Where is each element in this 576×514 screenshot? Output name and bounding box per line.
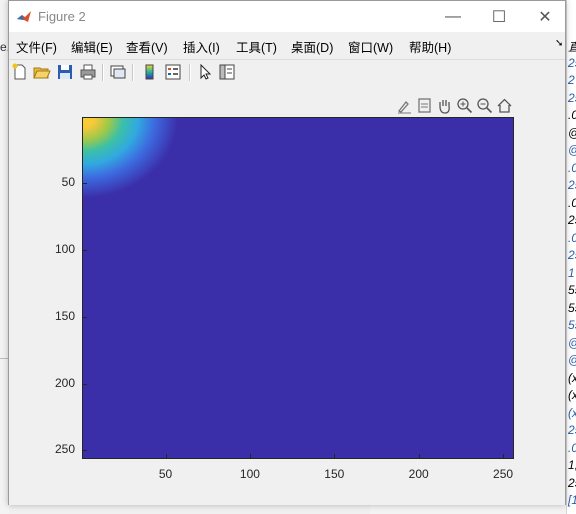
background-code-fragment: 25	[568, 178, 576, 192]
background-code-fragment: 55	[568, 283, 576, 297]
menu-view[interactable]: 查看(V)	[126, 37, 168, 56]
x-tick-label: 50	[158, 467, 173, 481]
menu-bar: 文件(F) 编辑(E) 查看(V) 插入(I) 工具(T) 桌面(D) 窗口(W…	[9, 32, 565, 57]
menu-file[interactable]: 文件(F)	[16, 37, 57, 56]
menu-help[interactable]: 帮助(H)	[409, 37, 451, 56]
menu-edit[interactable]: 编辑(E)	[71, 37, 113, 56]
background-code-fragment: (x	[568, 388, 576, 402]
background-code-fragment: .0	[568, 230, 576, 245]
menu-insert[interactable]: 插入(I)	[183, 37, 220, 56]
y-tick-mark	[83, 383, 87, 385]
close-button[interactable]: ✕	[522, 1, 568, 32]
x-tick-mark	[249, 454, 251, 458]
maximize-icon: ☐	[491, 8, 507, 26]
background-code-fragment: .0	[568, 108, 576, 122]
y-tick-label: 100	[54, 241, 75, 256]
background-editor-right: 直25225.0@@.025.025.0251555555@@(x(x(x25.…	[566, 0, 576, 514]
maximize-button[interactable]: ☐	[476, 1, 522, 32]
property-inspector-icon[interactable]	[218, 63, 236, 81]
edit-plot-icon[interactable]	[196, 63, 214, 81]
background-code-fragment: 直	[568, 38, 576, 55]
menu-desktop[interactable]: 桌面(D)	[291, 37, 333, 56]
new-figure-icon[interactable]	[11, 63, 29, 81]
background-code-fragment: (x	[568, 370, 576, 385]
toolbar-separator	[132, 64, 134, 81]
insert-legend-icon[interactable]	[164, 63, 182, 81]
background-code-fragment: @	[568, 126, 576, 140]
background-code-fragment: 25	[568, 90, 576, 105]
home-icon[interactable]	[496, 97, 513, 114]
y-tick-label: 250	[54, 442, 75, 457]
window-title: Figure 2	[38, 9, 86, 24]
close-icon: ✕	[538, 8, 552, 26]
x-tick-mark	[418, 454, 420, 458]
toolbar-separator	[189, 64, 191, 81]
background-code-fragment: 55	[568, 318, 576, 332]
menu-tools[interactable]: 工具(T)	[236, 37, 277, 56]
background-code-fragment: (x	[568, 405, 576, 420]
background-code-fragment: 25	[568, 55, 576, 70]
background-code-fragment: 25	[568, 423, 576, 437]
background-code-fragment: [1	[568, 493, 576, 507]
background-code-fragment: 25	[568, 475, 576, 490]
background-code-fragment: @	[568, 353, 576, 367]
minimize-button[interactable]: —	[430, 1, 476, 32]
y-tick-label: 50	[61, 175, 75, 190]
minimize-icon: —	[445, 7, 461, 25]
y-tick-label: 200	[54, 375, 75, 390]
heatmap-image	[83, 118, 513, 458]
y-tick-mark	[83, 249, 87, 251]
x-tick-mark	[503, 454, 505, 458]
brush-icon[interactable]	[396, 97, 413, 114]
toolbar-separator	[102, 64, 104, 81]
figure-toolbar	[9, 59, 565, 86]
open-file-icon[interactable]	[33, 63, 51, 81]
background-code-fragment: 55	[568, 300, 576, 315]
x-tick-mark	[165, 454, 167, 458]
background-code-fragment: .0	[568, 160, 576, 175]
x-tick-label: 200	[408, 467, 429, 481]
title-bar[interactable]: Figure 2 — ☐ ✕	[9, 1, 565, 32]
zoom-in-icon[interactable]	[456, 97, 473, 114]
background-code-fragment: 25	[568, 248, 576, 262]
zoom-out-icon[interactable]	[476, 97, 493, 114]
x-tick-mark	[334, 454, 336, 458]
background-code-fragment: @	[568, 336, 576, 350]
data-tips-icon[interactable]	[416, 97, 433, 114]
heatmap-axes[interactable]	[82, 117, 514, 459]
matlab-logo-icon	[16, 9, 32, 25]
x-tick-label: 250	[493, 467, 514, 481]
link-plot-icon[interactable]	[109, 63, 127, 81]
menu-window[interactable]: 窗口(W)	[348, 37, 393, 56]
background-code-fragment: .0	[568, 440, 576, 455]
insert-colorbar-icon[interactable]	[141, 63, 159, 81]
pan-icon[interactable]	[436, 97, 453, 114]
background-code-fragment: 1	[568, 265, 575, 280]
menu-overflow-icon[interactable]: ➘	[555, 38, 563, 49]
y-tick-mark	[83, 316, 87, 318]
x-tick-label: 100	[239, 467, 260, 481]
print-icon[interactable]	[79, 63, 97, 81]
background-code-fragment: .0	[568, 195, 576, 210]
background-code-fragment: 2	[568, 73, 575, 87]
background-panel-bottom	[370, 505, 566, 514]
background-code-fragment: 1,	[568, 458, 576, 472]
background-code-fragment: @	[568, 143, 576, 157]
y-tick-mark	[83, 183, 87, 185]
y-tick-label: 150	[54, 308, 75, 323]
save-icon[interactable]	[56, 63, 74, 81]
x-tick-label: 150	[324, 467, 345, 481]
background-code-fragment: 25	[568, 213, 576, 227]
y-tick-mark	[83, 450, 87, 452]
